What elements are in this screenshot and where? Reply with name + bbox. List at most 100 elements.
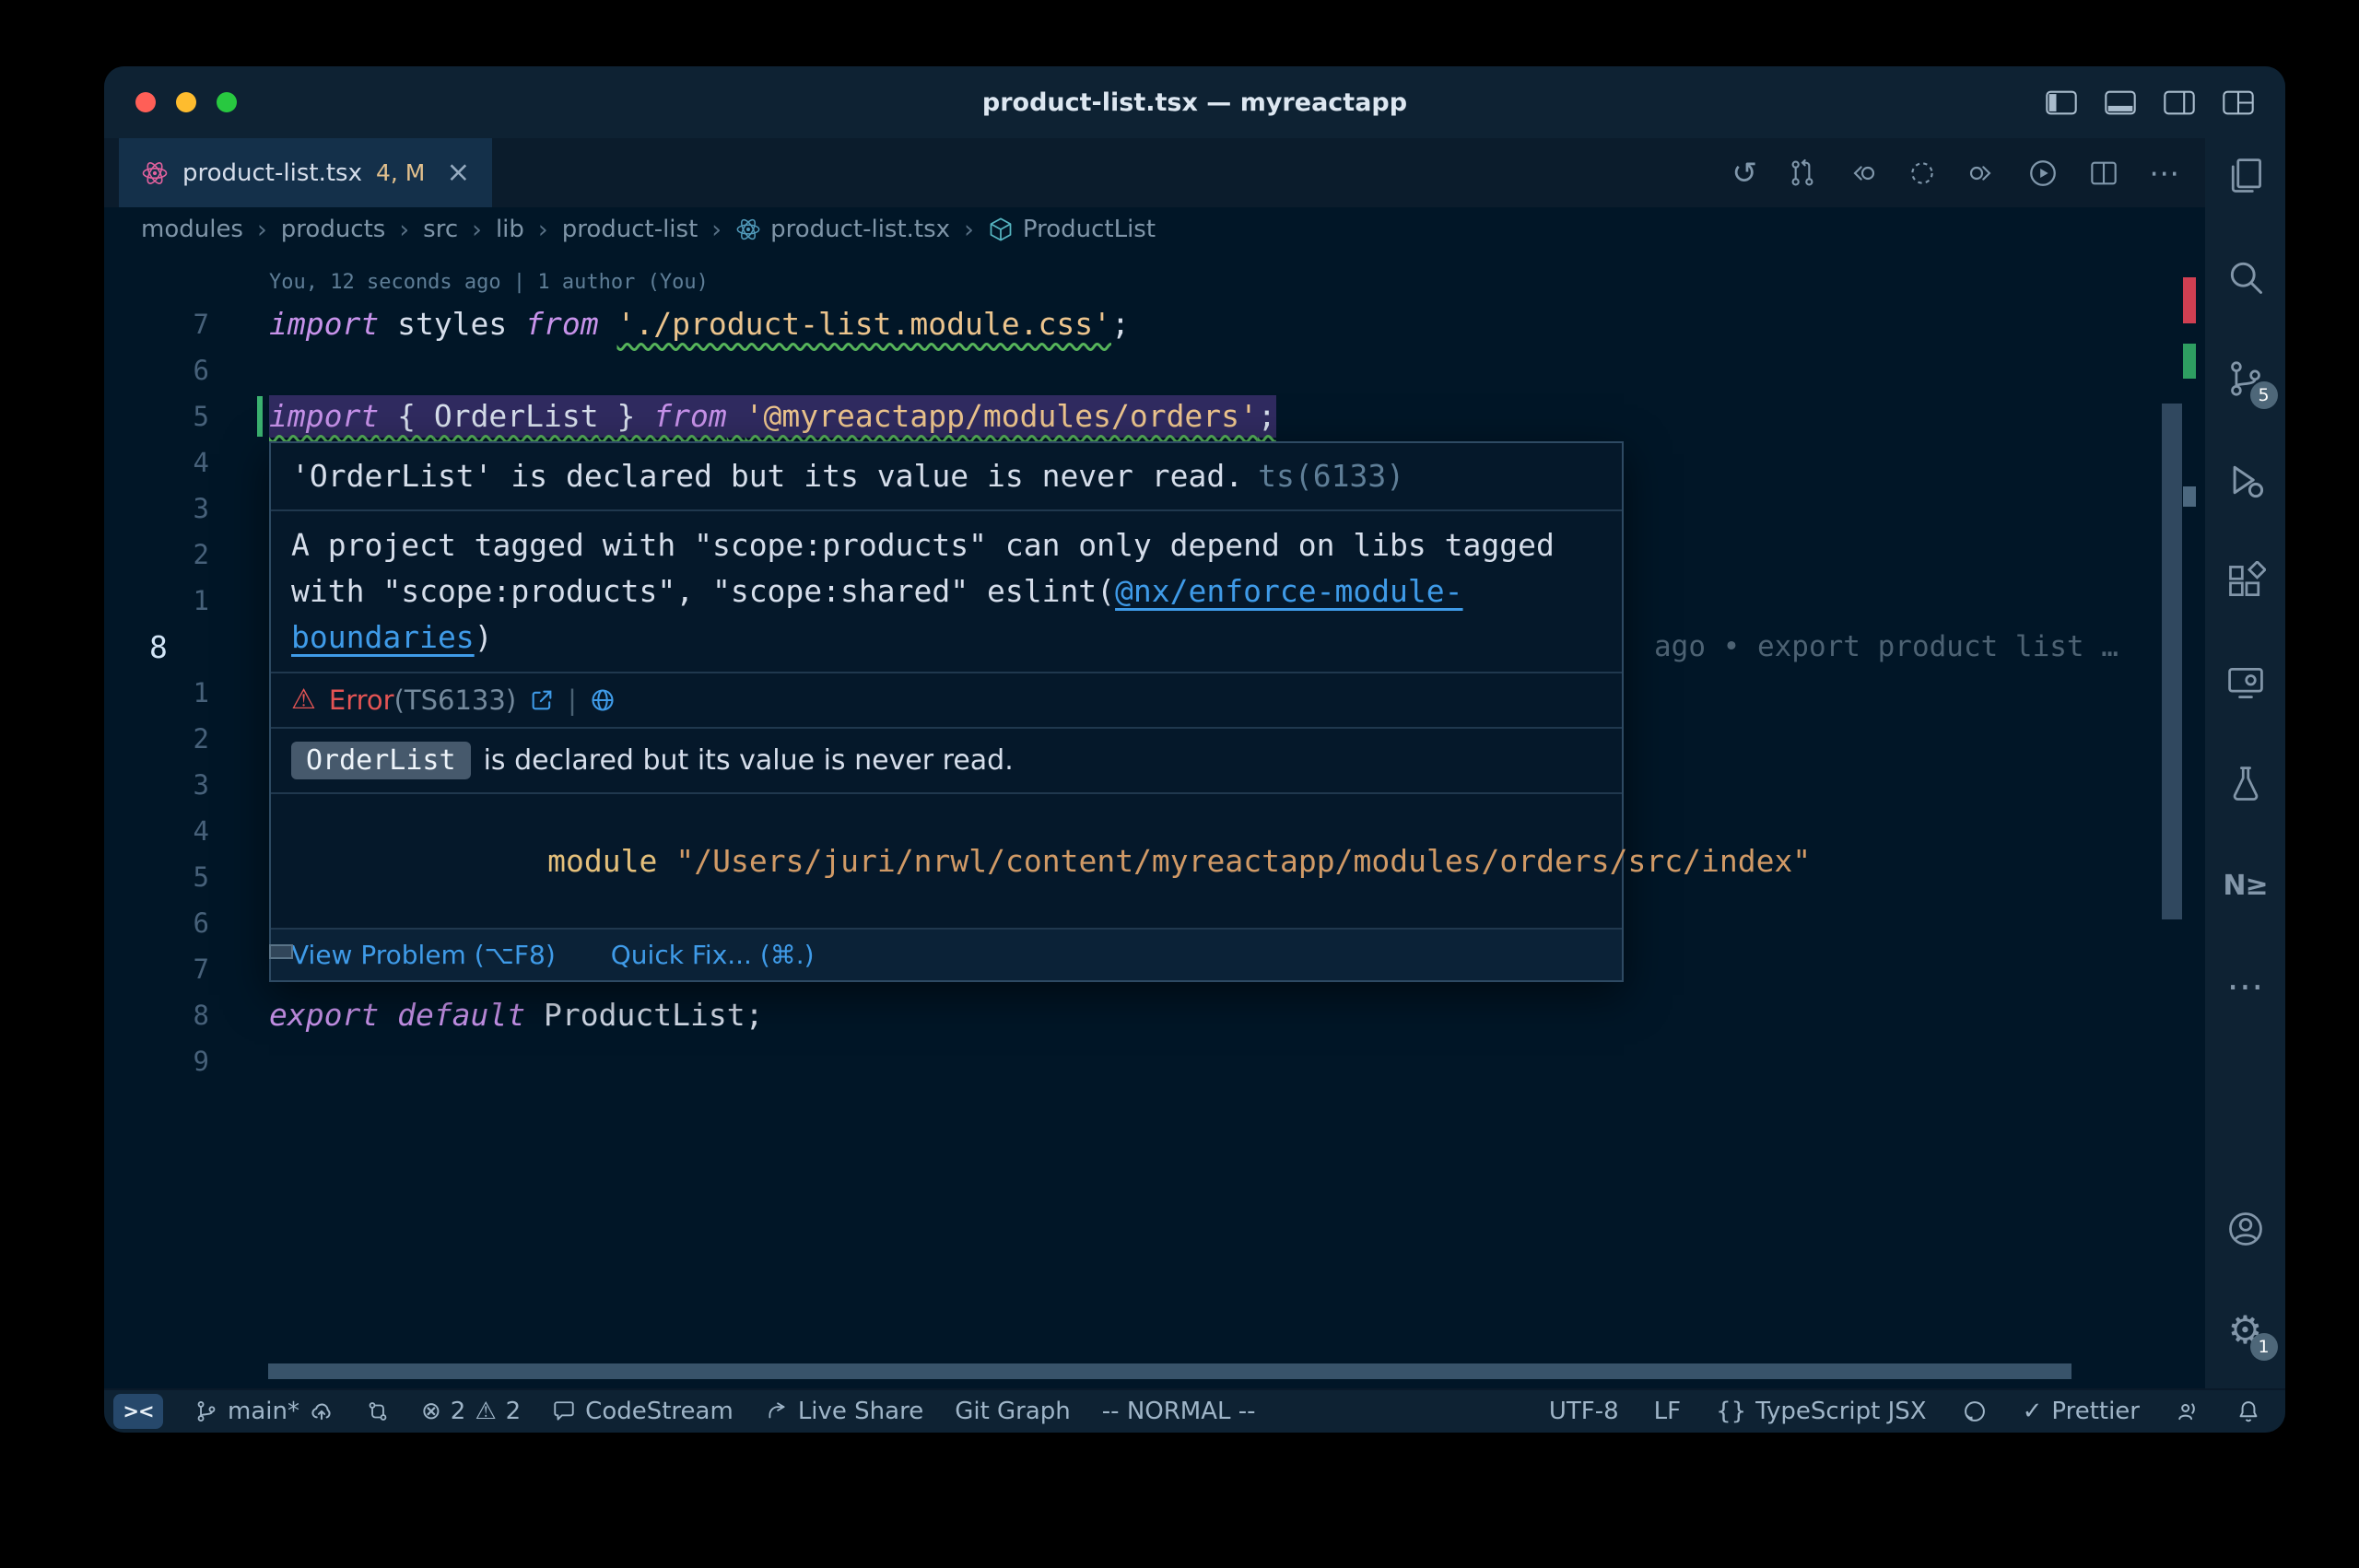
remote-explorer-icon[interactable] [2224, 661, 2267, 704]
explorer-icon[interactable] [2224, 155, 2267, 197]
step-back-icon[interactable] [1848, 158, 1877, 188]
hover-resize-grip[interactable] [269, 944, 293, 959]
window-title: product-list.tsx — myreactapp [104, 88, 2285, 117]
breadcrumb-item-lib[interactable]: lib [496, 216, 524, 243]
check-icon: ✓ [2023, 1398, 2043, 1425]
line-number: 6 [104, 907, 209, 939]
git-compare-item[interactable] [366, 1399, 390, 1423]
error-triangle-icon: ⚠ [291, 686, 316, 714]
liveshare-item[interactable]: Live Share [765, 1398, 923, 1425]
presence-icon [2175, 1398, 2201, 1424]
breadcrumb-item-products[interactable]: products [281, 216, 386, 243]
code-line[interactable]: 5import { OrderList } from '@myreactapp/… [104, 393, 2205, 439]
step-forward-icon[interactable] [1967, 158, 1997, 188]
hover-lint-rule-close: ) [475, 619, 493, 655]
vim-mode-item[interactable]: -- NORMAL -- [1102, 1398, 1256, 1425]
line-number: 7 [104, 954, 209, 985]
code-line[interactable]: 6 [104, 347, 2205, 393]
code-token: import [269, 398, 379, 434]
remote-indicator[interactable]: >< [113, 1394, 163, 1429]
codestream-item[interactable]: CodeStream [552, 1398, 734, 1425]
code-line[interactable]: 8export default ProductList; [104, 992, 2205, 1038]
git-branch-item[interactable]: main* [194, 1398, 334, 1425]
bell-icon [2236, 1398, 2261, 1424]
toggle-panel-icon[interactable] [2105, 90, 2136, 115]
breadcrumb-item-src[interactable]: src [423, 216, 458, 243]
search-icon[interactable] [2224, 256, 2267, 298]
git-graph-item[interactable]: Git Graph [955, 1398, 1071, 1425]
settings-badge: 1 [2250, 1333, 2278, 1361]
line-number: 1 [104, 677, 209, 708]
git-graph-label: Git Graph [955, 1398, 1071, 1425]
tab-product-list[interactable]: product-list.tsx 4, M × [119, 138, 492, 207]
vertical-scrollbar[interactable] [2162, 404, 2182, 919]
breadcrumb-file-label: product-list.tsx [770, 216, 950, 243]
line-number: 6 [104, 355, 209, 386]
problems-item[interactable]: ⊗ 2 ⚠ 2 [421, 1398, 521, 1425]
more-actions-icon[interactable]: ⋯ [2149, 158, 2179, 188]
status-bar-right: UTF-8 LF {} TypeScript JSX ✓ Prettier [1549, 1398, 2285, 1425]
codelens-blame[interactable]: You, 12 seconds ago | 1 author (You) [269, 263, 2205, 301]
eol-item[interactable]: LF [1654, 1398, 1681, 1425]
code-token: OrderList [434, 398, 599, 434]
cloud-upload-icon [309, 1398, 334, 1424]
zoom-window-button[interactable] [217, 92, 237, 112]
code-line[interactable]: 7import styles from './product-list.modu… [104, 301, 2205, 347]
customize-layout-icon[interactable] [2223, 90, 2254, 115]
editor-actions: ↺ [1731, 138, 2205, 207]
globe-icon[interactable] [590, 687, 616, 713]
accounts-icon[interactable] [2224, 1208, 2267, 1250]
view-problem-button[interactable]: View Problem (⌥F8) [291, 940, 556, 970]
prettier-item[interactable]: ✓ Prettier [2023, 1398, 2140, 1425]
editor[interactable]: You, 12 seconds ago | 1 author (You) 7im… [104, 252, 2205, 1388]
record-circle-icon[interactable] [1907, 158, 1937, 188]
notifications-item[interactable] [2236, 1398, 2261, 1424]
breadcrumb-separator: › [538, 216, 548, 244]
pull-request-icon[interactable] [1788, 158, 1817, 188]
status-bar: >< main* ⊗ 2 [104, 1388, 2285, 1433]
hover-module-row: module"/Users/juri/nrwl/content/myreacta… [271, 794, 1622, 930]
run-file-icon[interactable] [2027, 158, 2059, 189]
nx-console-icon[interactable]: N≥ [2224, 864, 2267, 907]
github-icon [1962, 1398, 1988, 1424]
line-number: 9 [104, 1046, 209, 1077]
language-mode-item[interactable]: {} TypeScript JSX [1716, 1398, 1926, 1425]
open-external-icon[interactable] [529, 687, 555, 713]
github-item[interactable] [1962, 1398, 1988, 1424]
git-blame-annotation: ago • export product list … [1654, 624, 2118, 670]
encoding-item[interactable]: UTF-8 [1549, 1398, 1619, 1425]
breadcrumb-item-modules[interactable]: modules [141, 216, 243, 243]
line-content: export default ProductList; [269, 994, 763, 1036]
breadcrumb-item-product-list[interactable]: product-list [562, 216, 698, 243]
extensions-icon[interactable] [2224, 560, 2267, 603]
toggle-primary-sidebar-icon[interactable] [2046, 90, 2077, 115]
code-token: ProductList [544, 997, 745, 1033]
more-views-icon[interactable]: ⋯ [2224, 965, 2267, 1008]
minimize-window-button[interactable] [176, 92, 196, 112]
line-number: 2 [104, 539, 209, 570]
quick-fix-button[interactable]: Quick Fix... (⌘.) [611, 940, 815, 970]
titlebar: product-list.tsx — myreactapp [104, 66, 2285, 138]
line-number: 1 [104, 585, 209, 616]
testing-flask-icon[interactable] [2224, 763, 2267, 805]
line-number: 5 [104, 401, 209, 432]
breadcrumb-file[interactable]: product-list.tsx [735, 216, 950, 243]
line-number: 4 [104, 447, 209, 478]
toggle-secondary-sidebar-icon[interactable] [2164, 90, 2195, 115]
code-line[interactable]: 9 [104, 1038, 2205, 1084]
history-icon[interactable]: ↺ [1731, 158, 1757, 188]
breadcrumb-symbol[interactable]: ProductList [988, 216, 1156, 243]
tab-close-icon[interactable]: × [446, 158, 470, 187]
horizontal-scrollbar[interactable] [268, 1363, 2071, 1379]
run-debug-icon[interactable] [2224, 459, 2267, 501]
source-control-icon[interactable]: 5 [2224, 357, 2267, 400]
vscode-window: product-list.tsx — myreactapp [104, 66, 2285, 1433]
hover-diagnostic-code: ts(6133) [1258, 458, 1404, 494]
hover-diagnostic-message: 'OrderList' is declared but its value is… [291, 458, 1243, 494]
presence-item[interactable] [2175, 1398, 2201, 1424]
desktop-background: product-list.tsx — myreactapp [0, 0, 2359, 1568]
git-compare-icon [366, 1399, 390, 1423]
close-window-button[interactable] [135, 92, 156, 112]
settings-gear-icon[interactable]: ⚙ 1 [2224, 1309, 2267, 1352]
split-editor-icon[interactable] [2089, 158, 2118, 188]
